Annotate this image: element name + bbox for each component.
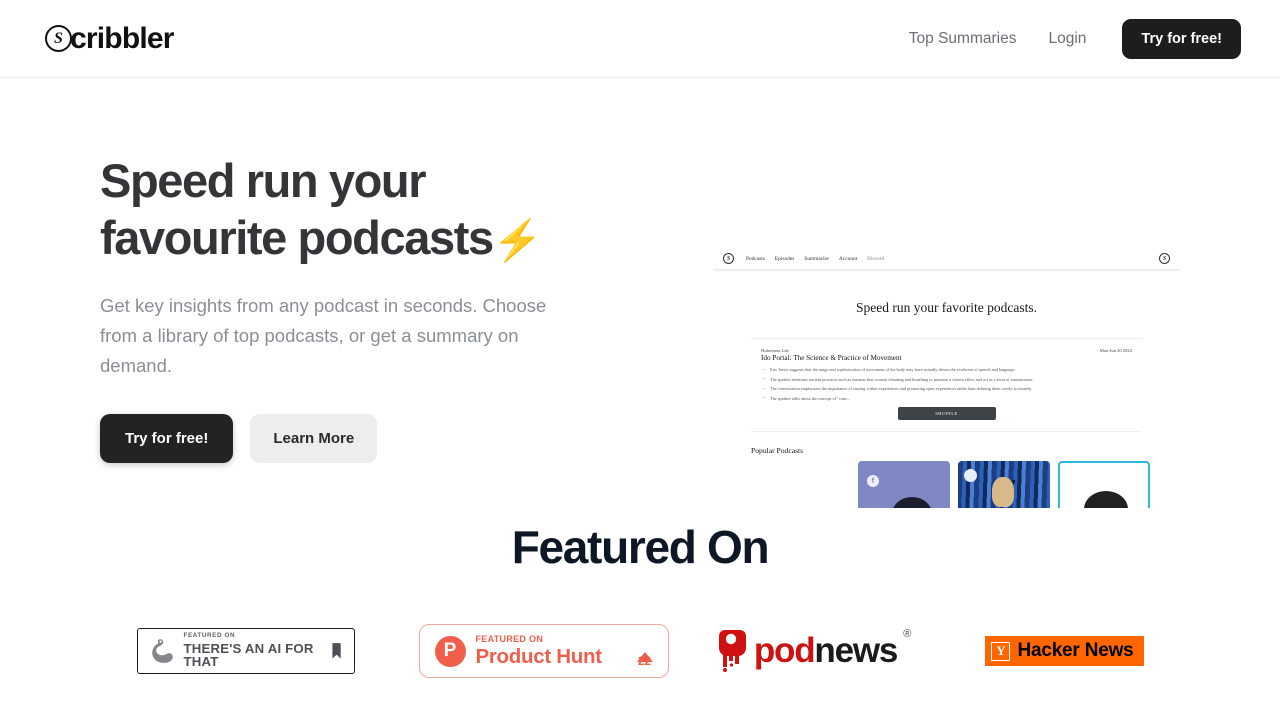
mockup-podcast-thumbnail[interactable] bbox=[1058, 461, 1150, 508]
mockup-summary-bullets: Eric Jarvis suggests that the range and … bbox=[761, 367, 1132, 401]
mockup-podcast-thumbnail[interactable] bbox=[958, 461, 1050, 508]
mockup-summary-card: Huberman Lab Mon Jun 20 2022 Ido Portal:… bbox=[751, 338, 1142, 433]
mockup-nav-account[interactable]: Account bbox=[839, 256, 857, 262]
ycombinator-icon: Y bbox=[991, 641, 1011, 661]
taaft-label: THERE'S AN AI FOR THAT bbox=[183, 641, 314, 670]
podnews-wordmark: podnews ® bbox=[753, 628, 911, 671]
taaft-text: FEATURED ON THERE'S AN AI FOR THAT bbox=[183, 632, 324, 670]
brand-name: cribbler bbox=[70, 21, 174, 55]
primary-navigation: Top Summaries Login Try for free! bbox=[909, 18, 1241, 59]
scribbler-circle-icon: S bbox=[45, 25, 72, 52]
mockup-bullet: Eric Jarvis suggests that the range and … bbox=[763, 367, 1132, 373]
mockup-card-header: Huberman Lab Mon Jun 20 2022 bbox=[761, 348, 1132, 353]
product-hunt-badge[interactable]: P FEATURED ON Product Hunt 22 bbox=[418, 624, 669, 678]
hero-actions: Try for free! Learn More bbox=[100, 414, 600, 464]
badge-slot-product-hunt: P FEATURED ON Product Hunt 22 bbox=[406, 624, 682, 678]
hero-copy: Speed run your favourite podcasts⚡ Get k… bbox=[0, 152, 600, 464]
hero-learn-more-button[interactable]: Learn More bbox=[250, 414, 378, 464]
product-hunt-icon: P bbox=[434, 635, 466, 667]
nav-link-top-summaries[interactable]: Top Summaries bbox=[909, 30, 1017, 48]
header-try-for-free-button[interactable]: Try for free! bbox=[1122, 18, 1241, 59]
hacker-news-label: Hacker News bbox=[1017, 640, 1134, 661]
mockup-shuffle-button[interactable]: SHUFFLE bbox=[897, 407, 996, 421]
featured-badges: FEATURED ON THERE'S AN AI FOR THAT P FEA… bbox=[0, 624, 1280, 678]
podnews-word-pod: pod bbox=[753, 631, 816, 670]
badge-slot-podnews: podnews ® bbox=[682, 628, 935, 674]
mockup-navigation: Podcasts Episodes Summarize Account Disc… bbox=[746, 256, 884, 262]
mockup-podcast-thumbnail[interactable]: f bbox=[858, 461, 950, 508]
mockup-podcast-thumbnails: f bbox=[858, 461, 1180, 508]
mockup-hero-title: Speed run your favorite podcasts. bbox=[855, 300, 1038, 315]
product-hunt-upvote[interactable]: 22 bbox=[636, 634, 653, 668]
featured-on-title: Featured On bbox=[511, 521, 770, 573]
mockup-episode-title: Ido Portal: The Science & Practice of Mo… bbox=[761, 354, 902, 362]
product-screenshot-mockup: S Podcasts Episodes Summarize Account Di… bbox=[713, 248, 1180, 508]
mockup-bullet: The speaker mentions ancient practices s… bbox=[763, 376, 1132, 383]
mockup-topbar: S Podcasts Episodes Summarize Account Di… bbox=[713, 248, 1180, 270]
badge-slot-hacker-news: Y Hacker News bbox=[935, 636, 1195, 666]
brand-logo[interactable]: S cribbler bbox=[45, 22, 174, 56]
theres-an-ai-for-that-badge[interactable]: FEATURED ON THERE'S AN AI FOR THAT bbox=[136, 628, 355, 674]
facebook-badge-icon: f bbox=[867, 475, 879, 488]
featured-on-section: Featured On FEATURED ON THERE'S AN AI FO… bbox=[0, 520, 1280, 678]
product-hunt-text: FEATURED ON Product Hunt bbox=[475, 633, 603, 668]
mockup-popular-podcasts-heading: Popular Podcasts bbox=[751, 446, 804, 456]
podnews-microphone-icon bbox=[718, 630, 746, 672]
podnews-word-news: news bbox=[814, 631, 898, 670]
mockup-app-window: S Podcasts Episodes Summarize Account Di… bbox=[713, 248, 1180, 508]
nav-link-login[interactable]: Login bbox=[1048, 30, 1086, 48]
taaft-eyebrow: FEATURED ON bbox=[183, 632, 236, 640]
hero-title-line-1: Speed run your bbox=[100, 154, 427, 207]
badge-slot-taaft: FEATURED ON THERE'S AN AI FOR THAT bbox=[86, 628, 406, 674]
podnews-badge[interactable]: podnews ® bbox=[718, 628, 911, 674]
site-header: S cribbler Top Summaries Login Try for f… bbox=[0, 0, 1280, 78]
hero-section: Speed run your favourite podcasts⚡ Get k… bbox=[0, 78, 1280, 508]
registered-trademark-icon: ® bbox=[903, 628, 911, 640]
product-hunt-label: Product Hunt bbox=[475, 644, 603, 668]
product-hunt-vote-count: 22 bbox=[637, 653, 652, 668]
mockup-nav-summarize[interactable]: Summarize bbox=[804, 256, 829, 262]
hacker-news-badge[interactable]: Y Hacker News bbox=[985, 636, 1144, 666]
bookmark-icon bbox=[332, 643, 342, 659]
page-title: Speed run your favourite podcasts⚡ bbox=[100, 152, 600, 267]
seal-mascot-icon bbox=[151, 639, 173, 663]
mockup-nav-episodes[interactable]: Episodes bbox=[775, 256, 794, 262]
mockup-logo-icon: S bbox=[723, 253, 734, 264]
mockup-logo-icon-right: S bbox=[1159, 253, 1170, 264]
product-hunt-eyebrow: FEATURED ON bbox=[475, 633, 544, 644]
mockup-bullet: The speaker talks about the concept of "… bbox=[763, 395, 1132, 402]
hero-try-for-free-button[interactable]: Try for free! bbox=[100, 414, 234, 464]
mockup-episode-date: Mon Jun 20 2022 bbox=[1099, 348, 1132, 353]
mockup-nav-discord[interactable]: Discord bbox=[867, 256, 884, 262]
mockup-show-name: Huberman Lab bbox=[761, 348, 789, 353]
hero-title-line-2: favourite podcasts bbox=[100, 211, 494, 265]
lightning-bolt-icon: ⚡ bbox=[492, 219, 543, 264]
hero-subtitle: Get key insights from any podcast in sec… bbox=[100, 294, 547, 376]
mockup-bullet: The conversation emphasizes the importan… bbox=[763, 386, 1132, 392]
mockup-nav-podcasts[interactable]: Podcasts bbox=[746, 256, 765, 262]
